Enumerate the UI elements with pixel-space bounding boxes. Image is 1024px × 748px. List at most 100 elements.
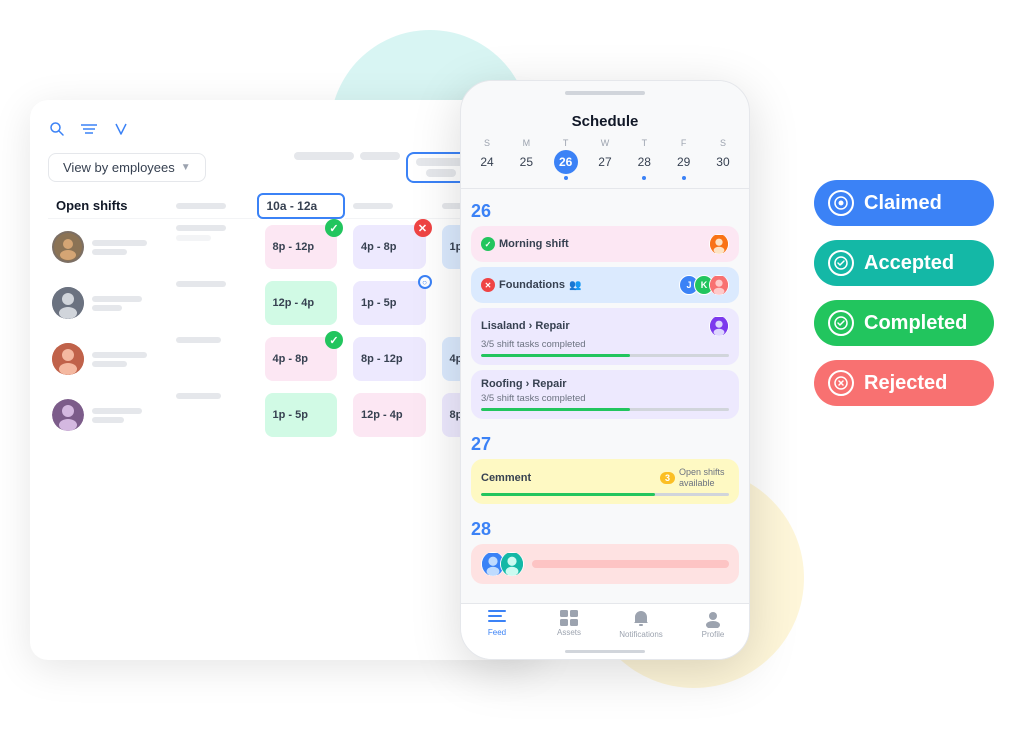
nav-item-notifications[interactable]: Notifications bbox=[605, 610, 677, 639]
placeholder bbox=[176, 235, 211, 241]
cal-day-4[interactable]: T 28 bbox=[632, 138, 656, 180]
cal-num: 25 bbox=[514, 150, 538, 174]
schedule-card-morning[interactable]: ✓ Morning shift bbox=[471, 226, 739, 262]
open-shifts-text: Open shifts available bbox=[679, 467, 729, 489]
cal-day-0[interactable]: S 24 bbox=[475, 138, 499, 180]
completed-label: Completed bbox=[864, 312, 967, 335]
status-badge-rejected[interactable]: Rejected bbox=[814, 360, 994, 406]
placeholder-4 bbox=[426, 169, 456, 177]
progress-text: 3/5 shift tasks completed bbox=[481, 339, 586, 350]
placeholder-3 bbox=[416, 158, 466, 166]
nav-item-profile[interactable]: Profile bbox=[677, 610, 749, 639]
home-indicator bbox=[461, 643, 749, 659]
progress-bar bbox=[481, 354, 729, 357]
placeholder-2 bbox=[360, 152, 400, 160]
card-top: Lisaland › Repair bbox=[481, 316, 729, 336]
shift-pill: 8p - 12p ✓ bbox=[265, 225, 338, 269]
row-2-col-2: 12p - 4p bbox=[257, 275, 346, 331]
filter-icon[interactable] bbox=[80, 120, 98, 138]
row-3-col-3: 8p - 12p bbox=[345, 331, 434, 387]
card-title-text: Morning shift bbox=[499, 238, 569, 250]
schedule-grid: Open shifts 10a - 12a bbox=[48, 193, 522, 443]
nav-label-notifications: Notifications bbox=[619, 630, 663, 639]
cal-num: 29 bbox=[672, 150, 696, 174]
label-line bbox=[92, 305, 122, 311]
desktop-view-header: View by employees ▼ bbox=[48, 152, 522, 183]
shift-pill: 1p - 5p bbox=[265, 393, 338, 437]
row-4-col-2: 1p - 5p bbox=[257, 387, 346, 443]
card-title: Cemment bbox=[481, 472, 531, 484]
cal-day-6[interactable]: S 30 bbox=[711, 138, 735, 180]
rejected-label: Rejected bbox=[864, 372, 947, 395]
schedule-card-cemment[interactable]: Cemment 3 Open shifts available bbox=[471, 459, 739, 504]
cal-day-3[interactable]: W 27 bbox=[593, 138, 617, 180]
schedule-card-lisaland[interactable]: Lisaland › Repair bbox=[471, 308, 739, 365]
cal-day-2[interactable]: T 26 bbox=[554, 138, 578, 180]
shift-time: 8p - 12p bbox=[361, 353, 418, 365]
nav-item-feed[interactable]: Feed bbox=[461, 610, 533, 639]
date-label-28: 28 bbox=[471, 515, 739, 544]
shift-time: 1p - 5p bbox=[361, 297, 418, 309]
label-line bbox=[92, 240, 147, 246]
shift-pill: 4p - 8p ✕ bbox=[353, 225, 426, 269]
group-icon: 👥 bbox=[569, 280, 581, 291]
schedule-card-foundations[interactable]: ✕ Foundations 👥 J K bbox=[471, 267, 739, 303]
row-4-col-1 bbox=[168, 387, 257, 443]
cal-num: 30 bbox=[711, 150, 735, 174]
placeholder bbox=[176, 337, 221, 343]
status-badge-accepted[interactable]: Accepted bbox=[814, 240, 994, 286]
progress-fill bbox=[481, 493, 655, 496]
schedule-card-28[interactable] bbox=[471, 544, 739, 584]
row-2-col-1 bbox=[168, 275, 257, 331]
card-title: ✕ Foundations 👥 bbox=[481, 278, 581, 292]
schedule-card-roofing[interactable]: Roofing › Repair 3/5 shift tasks complet… bbox=[471, 370, 739, 419]
cal-dot bbox=[682, 176, 686, 180]
status-badge-completed[interactable]: Completed bbox=[814, 300, 994, 346]
cal-day-5[interactable]: F 29 bbox=[672, 138, 696, 180]
card-title: Roofing › Repair bbox=[481, 378, 567, 390]
placeholder bbox=[176, 281, 226, 287]
search-icon[interactable] bbox=[48, 120, 66, 138]
shift-time: 12p - 4p bbox=[361, 409, 418, 421]
cal-letter: M bbox=[523, 138, 531, 148]
shift-pill: 1p - 5p ○ bbox=[353, 281, 426, 325]
col-header-1 bbox=[168, 193, 257, 219]
shift-time: 4p - 8p bbox=[361, 241, 418, 253]
card-top bbox=[481, 552, 729, 576]
card-subtitle: 3/5 shift tasks completed bbox=[481, 393, 729, 404]
cal-day-1[interactable]: M 25 bbox=[514, 138, 538, 180]
date-label-27: 27 bbox=[471, 430, 739, 459]
phone-content: Schedule S 24 M 25 T 26 bbox=[461, 105, 749, 659]
status-badge-claimed[interactable]: Claimed bbox=[814, 180, 994, 226]
cal-num-today: 26 bbox=[554, 150, 578, 174]
completed-icon bbox=[828, 310, 854, 336]
home-notch-bar bbox=[565, 91, 645, 95]
nav-item-assets[interactable]: Assets bbox=[533, 610, 605, 639]
status-badges-panel: Claimed Accepted Completed Rejected bbox=[814, 180, 994, 406]
x-icon: ✕ bbox=[481, 278, 495, 292]
card-subtitle: 3/5 shift tasks completed bbox=[481, 339, 729, 350]
open-shifts-badge: 3 bbox=[660, 472, 675, 484]
check-badge: ✓ bbox=[325, 331, 343, 349]
calendar-strip: S 24 M 25 T 26 W 27 bbox=[461, 134, 749, 189]
sort-icon[interactable] bbox=[112, 120, 130, 138]
circle-badge: ○ bbox=[418, 275, 432, 289]
row-4-label bbox=[48, 387, 168, 443]
x-badge: ✕ bbox=[414, 219, 432, 237]
schedule-scroll[interactable]: 26 ✓ Morning shift bbox=[461, 189, 749, 603]
cal-num: 27 bbox=[593, 150, 617, 174]
cal-num: 24 bbox=[475, 150, 499, 174]
cal-letter: F bbox=[681, 138, 687, 148]
shift-pill: 8p - 12p bbox=[353, 337, 426, 381]
progress-bar bbox=[481, 408, 729, 411]
card-avatars bbox=[709, 316, 729, 336]
col-header-selected-2: 10a - 12a bbox=[257, 193, 346, 219]
phone-nav: Feed Assets Notificati bbox=[461, 603, 749, 643]
row-1-col-3: 4p - 8p ✕ bbox=[345, 219, 434, 275]
card-avatar bbox=[709, 234, 729, 254]
phone-title: Schedule bbox=[461, 105, 749, 134]
view-selector[interactable]: View by employees ▼ bbox=[48, 153, 206, 182]
label-line bbox=[92, 417, 124, 423]
card-top: Roofing › Repair bbox=[481, 378, 729, 390]
progress-fill bbox=[481, 354, 630, 357]
